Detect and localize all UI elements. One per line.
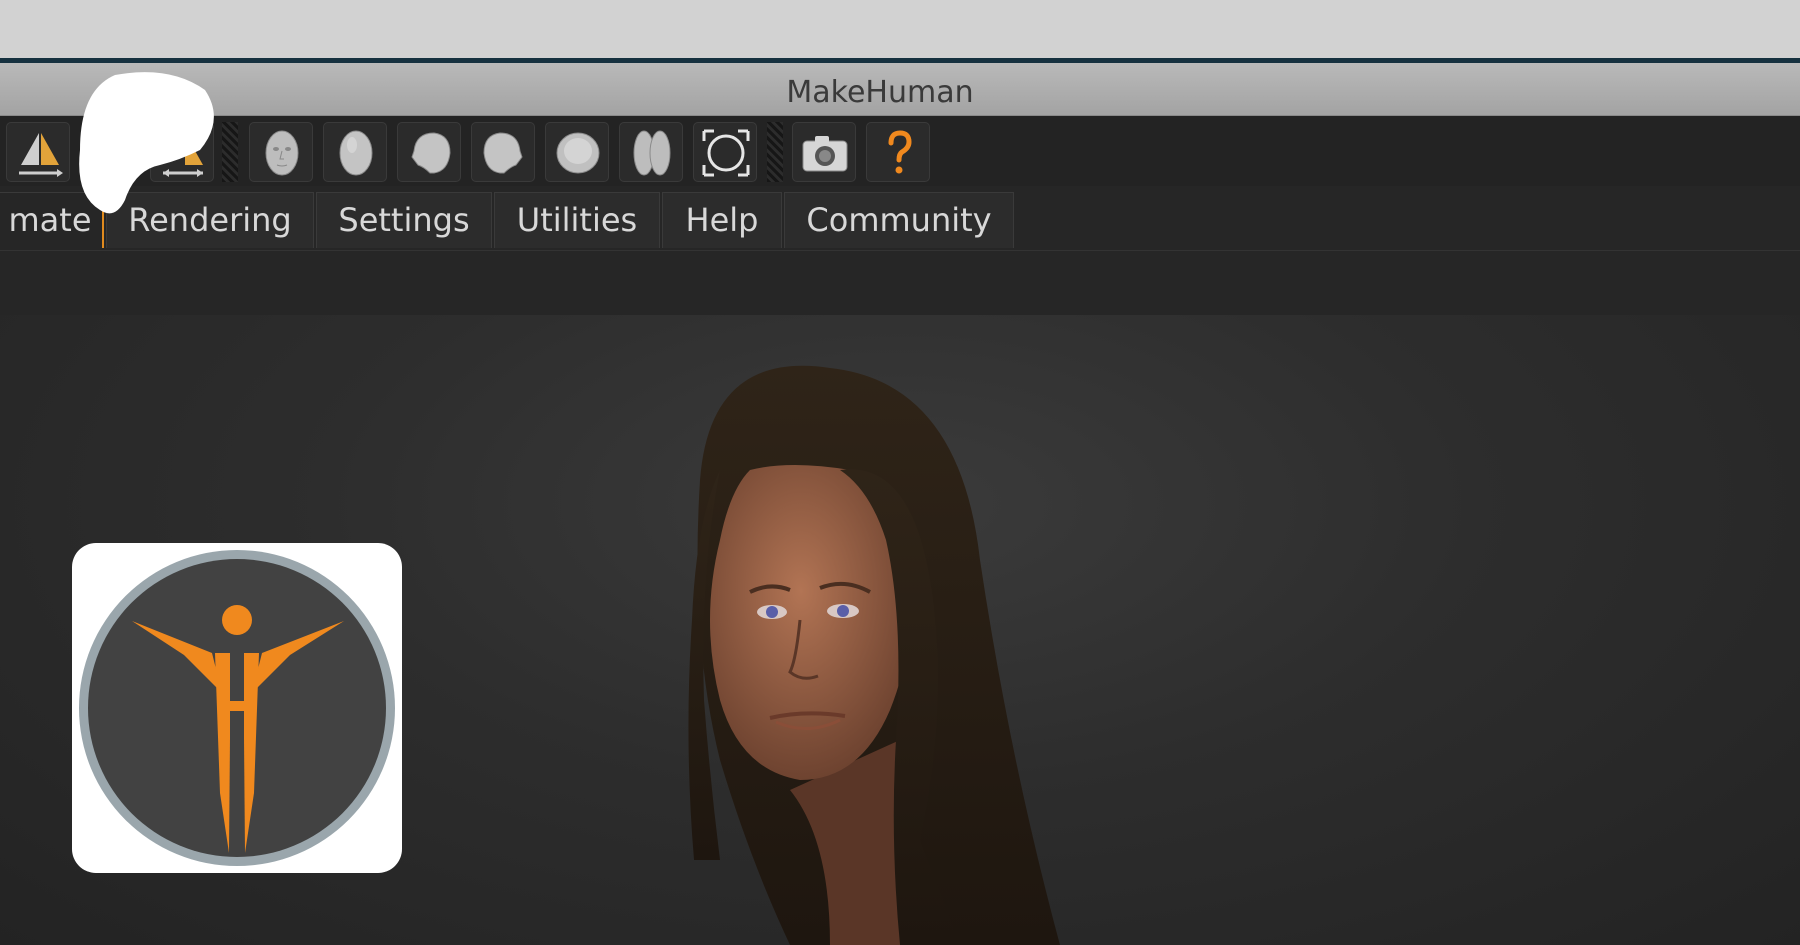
back-view-button[interactable] bbox=[323, 122, 387, 182]
front-view-icon bbox=[265, 130, 299, 176]
tab-utilities[interactable]: Utilities bbox=[494, 192, 660, 248]
toolbar bbox=[0, 116, 1800, 186]
symmetry-right-button[interactable] bbox=[6, 122, 70, 182]
sub-tab-bar bbox=[0, 251, 1800, 315]
screenshot-button[interactable] bbox=[792, 122, 856, 182]
help-button[interactable] bbox=[866, 122, 930, 182]
title-bar[interactable]: MakeHuman bbox=[0, 63, 1800, 116]
top-view-icon bbox=[556, 132, 600, 174]
help-icon bbox=[888, 130, 912, 174]
window-title: MakeHuman bbox=[786, 75, 974, 110]
desktop-top-bar bbox=[0, 0, 1800, 58]
right-view-button[interactable] bbox=[471, 122, 535, 182]
symmetry-right-icon bbox=[19, 133, 63, 177]
main-tabs: mate Rendering Settings Utilities Help C… bbox=[0, 186, 1800, 251]
top-view-button[interactable] bbox=[545, 122, 609, 182]
tab-community[interactable]: Community bbox=[784, 192, 1014, 248]
cursor-blob bbox=[79, 72, 214, 214]
screenshot-icon bbox=[802, 136, 848, 172]
tab-help[interactable]: Help bbox=[662, 192, 782, 248]
back-view-icon bbox=[339, 130, 373, 176]
reset-camera-button[interactable] bbox=[693, 122, 757, 182]
wireframe-icon bbox=[633, 130, 671, 176]
right-view-icon bbox=[483, 132, 523, 174]
makehuman-logo bbox=[79, 550, 395, 866]
toolbar-separator bbox=[767, 122, 783, 182]
left-view-button[interactable] bbox=[397, 122, 461, 182]
left-view-icon bbox=[411, 132, 451, 174]
human-model[interactable] bbox=[600, 320, 1360, 945]
makehuman-logo-tile bbox=[72, 543, 402, 873]
front-view-button[interactable] bbox=[249, 122, 313, 182]
tab-settings[interactable]: Settings bbox=[316, 192, 492, 248]
reset-camera-icon bbox=[702, 129, 750, 177]
wireframe-button[interactable] bbox=[619, 122, 683, 182]
toolbar-separator bbox=[222, 122, 238, 182]
